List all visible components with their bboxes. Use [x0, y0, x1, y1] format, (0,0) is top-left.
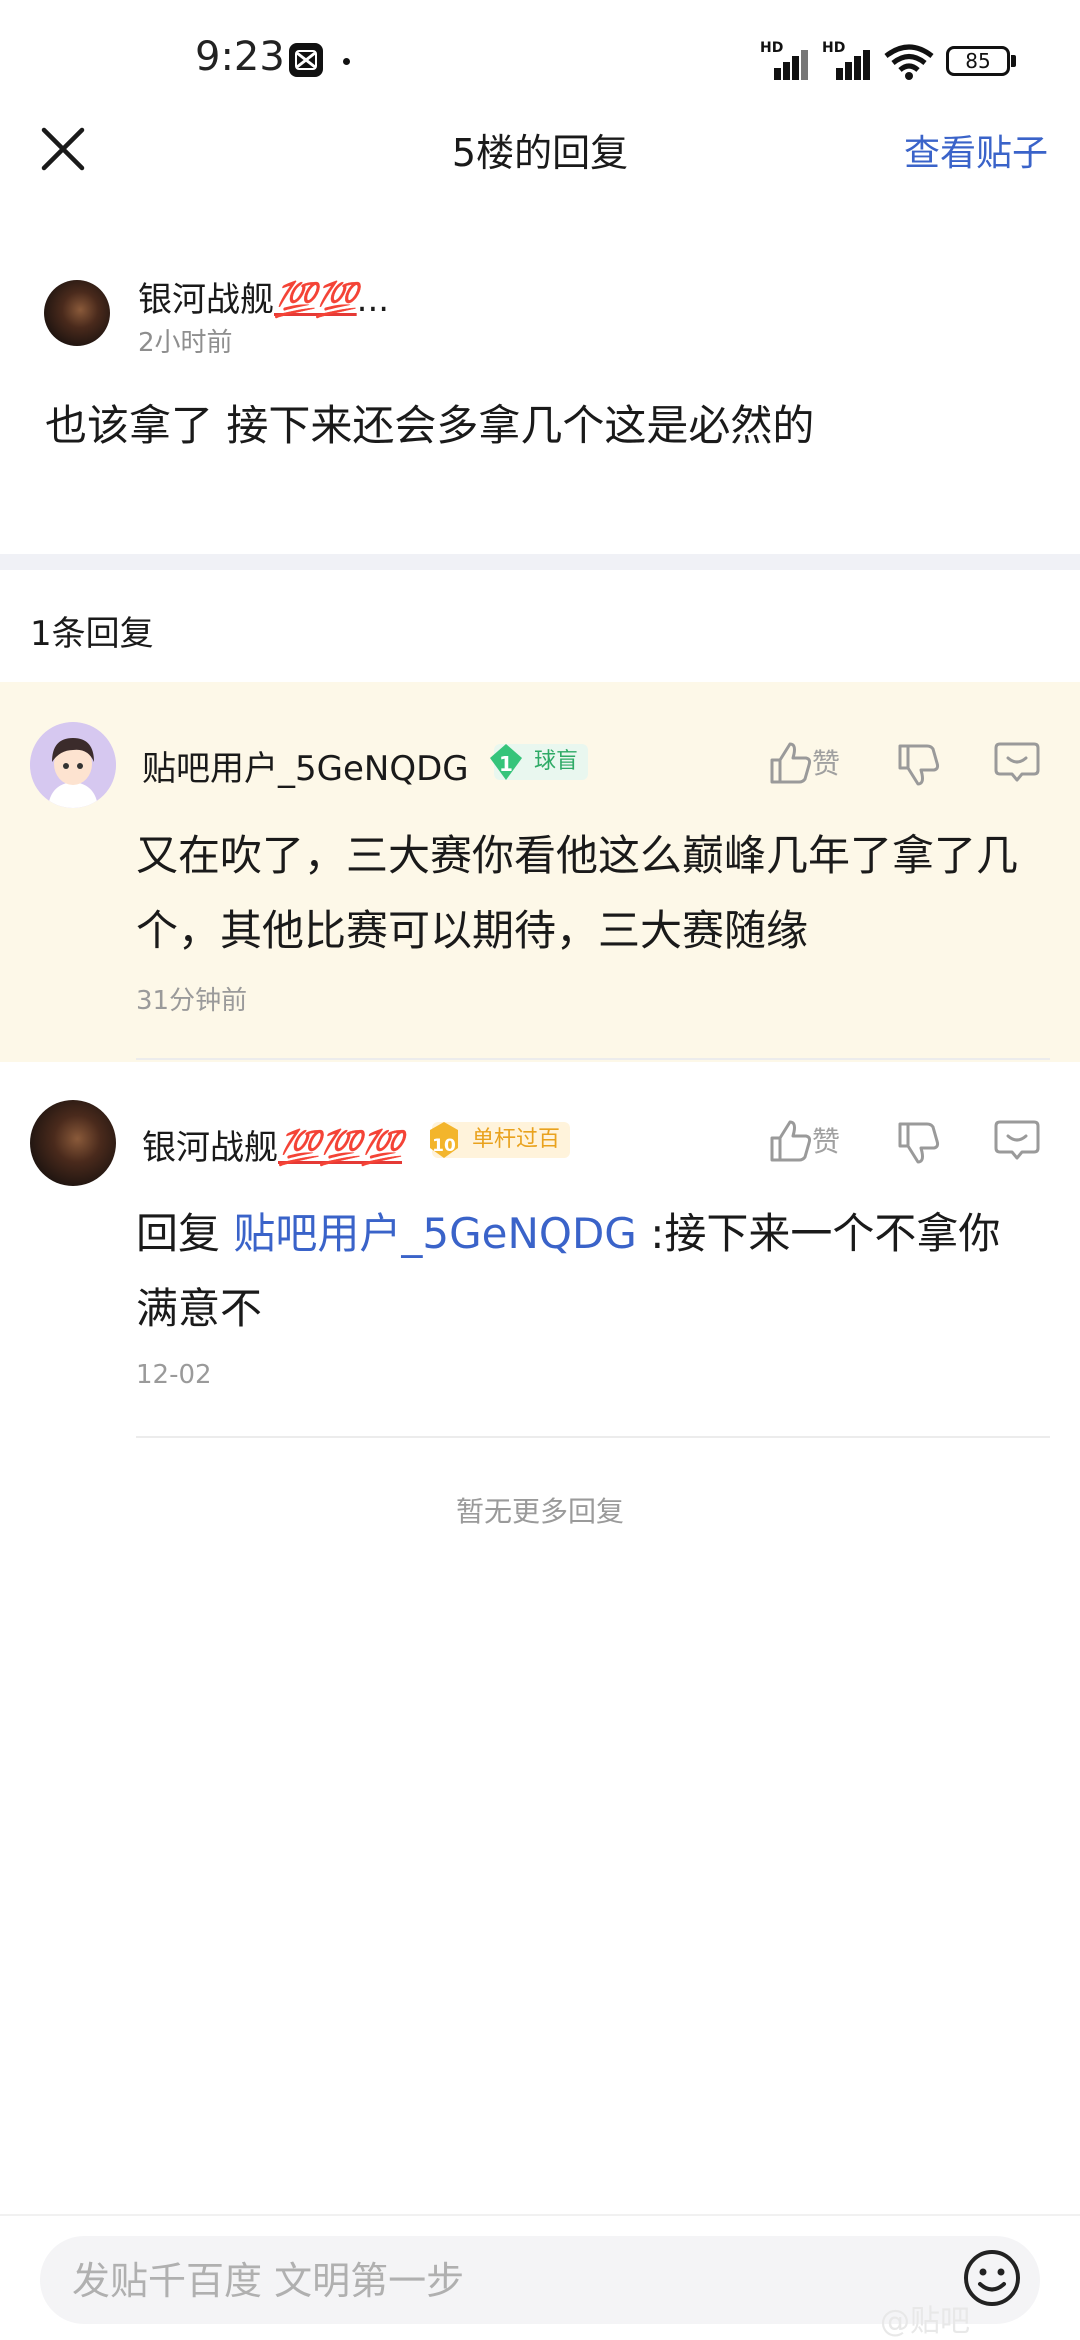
- thumbs-down-icon[interactable]: [894, 1118, 944, 1168]
- hundred-points-emoji: 💯💯: [274, 280, 358, 320]
- author-name: 银河战舰: [142, 1128, 278, 1168]
- mention-link[interactable]: 贴吧用户_5GeNQDG: [233, 1209, 636, 1258]
- main-post-content: 也该拿了 接下来还会多拿几个这是必然的: [45, 401, 815, 450]
- view-post-link[interactable]: 查看贴子: [904, 124, 1048, 176]
- battery-tip: [1011, 55, 1016, 67]
- author-name: 银河战舰: [138, 280, 274, 320]
- main-post-avatar[interactable]: [44, 280, 110, 346]
- cellular-signal-1-icon: HD: [760, 40, 812, 80]
- reply-input[interactable]: [70, 2236, 894, 2326]
- reply-divider: [136, 1436, 1050, 1438]
- hundred-points-emoji: 💯💯💯: [278, 1128, 403, 1168]
- thumbs-up-icon[interactable]: [766, 1116, 816, 1166]
- no-more-replies: 暂无更多回复: [455, 1495, 624, 1528]
- capcut-app-icon: [289, 43, 323, 77]
- notification-dot-icon: [343, 58, 350, 65]
- reply-1-content: 又在吹了，三大赛你看他这么巅峰几年了拿了几 个，其他比赛可以期待，三大赛随缘: [136, 818, 1018, 968]
- like-label[interactable]: 赞: [812, 742, 840, 782]
- comment-icon[interactable]: [992, 1116, 1042, 1166]
- reply-1-content-line: 又在吹了，三大赛你看他这么巅峰几年了拿了几: [136, 831, 1019, 880]
- reply-1-content-line: 个，其他比赛可以期待，三大赛随缘: [136, 906, 809, 955]
- reply-2-content: 回复 贴吧用户_5GeNQDG :接下来一个不拿你 满意不: [136, 1196, 1000, 1346]
- reply-2-content-text: :接下来一个不拿你: [636, 1209, 1001, 1258]
- like-label[interactable]: 赞: [812, 1120, 840, 1160]
- reply-2-time: 12-02: [136, 1360, 212, 1390]
- reply-2-avatar[interactable]: [30, 1100, 116, 1186]
- main-post-time: 2小时前: [138, 328, 233, 358]
- main-post-author[interactable]: 银河战舰💯💯...: [138, 272, 389, 321]
- section-divider: [0, 554, 1080, 570]
- thumbs-down-icon[interactable]: [894, 740, 944, 790]
- reply-2-content-line: 满意不: [136, 1284, 263, 1333]
- cartoon-boy-avatar-icon: [30, 722, 116, 808]
- comment-icon[interactable]: [992, 738, 1042, 788]
- author-ellipsis: ...: [356, 280, 390, 320]
- reply-prefix: 回复: [136, 1209, 234, 1258]
- reply-1-avatar[interactable]: [30, 722, 116, 808]
- gold-medal-icon: 10: [426, 1120, 462, 1160]
- battery-level: 85: [965, 49, 991, 73]
- battery-icon: 85: [946, 46, 1010, 76]
- reply-2-badge-title: 单杆过百: [472, 1127, 561, 1152]
- reply-2-content-line: 回复 贴吧用户_5GeNQDG :接下来一个不拿你: [136, 1196, 1000, 1271]
- reply-2-level-badge: 10 单杆过百: [430, 1122, 571, 1158]
- cellular-signal-2-icon: HD: [822, 40, 874, 80]
- green-gem-icon: 1: [488, 742, 524, 782]
- composer-divider: [0, 2214, 1080, 2216]
- thumbs-up-icon[interactable]: [766, 738, 816, 788]
- reply-1-badge-title: 球盲: [534, 749, 579, 774]
- wifi-icon: [884, 44, 934, 80]
- reply-count: 1条回复: [30, 614, 154, 654]
- watermark: @贴吧: [880, 2304, 970, 2339]
- reply-2-author[interactable]: 银河战舰💯💯💯: [142, 1120, 403, 1169]
- reply-1-time: 31分钟前: [136, 986, 248, 1016]
- status-time: 9:23: [195, 34, 285, 80]
- reply-1-level-badge: 1 球盲: [490, 744, 589, 780]
- emoji-icon[interactable]: [962, 2248, 1022, 2308]
- reply-1-author[interactable]: 贴吧用户_5GeNQDG: [142, 741, 469, 790]
- reply-divider: [136, 1058, 1050, 1060]
